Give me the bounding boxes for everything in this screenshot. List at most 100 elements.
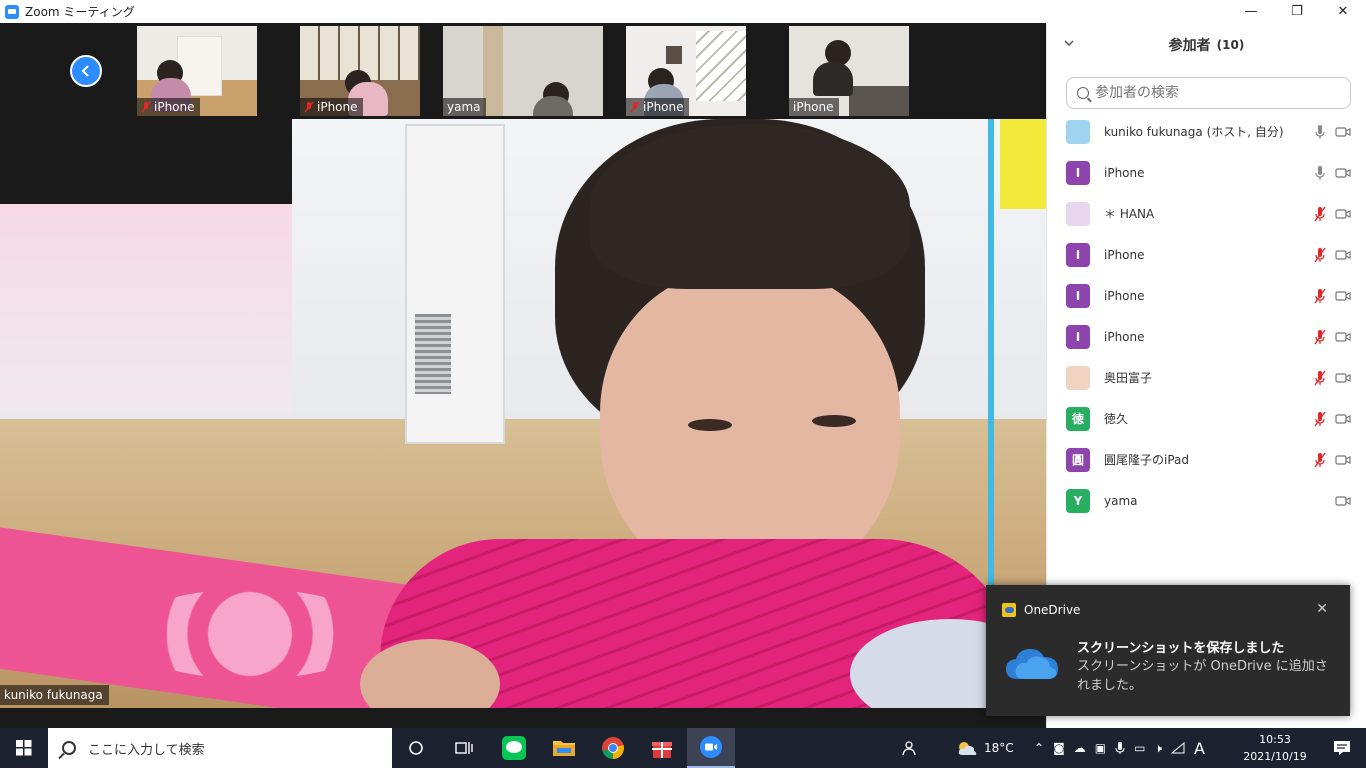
battery-icon[interactable]: ▭ — [1134, 741, 1145, 755]
mic-muted-icon — [630, 101, 640, 113]
minimize-button[interactable]: — — [1228, 0, 1274, 23]
video-area: iPhone iPhone yama iPhone iPhone kuniko … — [0, 23, 1046, 728]
participant-row[interactable]: IiPhone — [1047, 275, 1366, 316]
participant-count: (10) — [1216, 38, 1245, 52]
mic-muted-icon — [304, 101, 314, 113]
taskbar-clock[interactable]: 10:53 2021/10/19 — [1240, 731, 1310, 765]
line-app-icon — [502, 736, 526, 760]
active-speaker-video[interactable]: kuniko fukunaga — [0, 119, 1046, 708]
onedrive-tray-icon[interactable]: ☁ — [1074, 741, 1086, 755]
video-thumbnail[interactable]: iPhone — [626, 26, 746, 116]
windows-taskbar: ここに入力して検索 18°C ⌃ ◙ ☁ ▣ ▭ 🕨 A 10:53 2021/… — [0, 728, 1366, 768]
start-button[interactable] — [0, 728, 48, 768]
speaker-name-label: kuniko fukunaga — [0, 685, 109, 705]
camera-icon[interactable] — [1335, 208, 1351, 220]
mic-muted-icon[interactable] — [1313, 370, 1327, 386]
participant-row[interactable]: kuniko fukunaga (ホスト, 自分) — [1047, 111, 1366, 152]
mic-muted-icon[interactable] — [1313, 452, 1327, 468]
participant-search-input[interactable] — [1095, 85, 1335, 101]
weather-widget[interactable]: 18°C — [956, 728, 1014, 768]
participant-name: 奥田富子 — [1104, 371, 1153, 385]
mic-muted-icon[interactable] — [1313, 288, 1327, 304]
participant-row[interactable]: IiPhone — [1047, 234, 1366, 275]
weather-temperature: 18°C — [984, 741, 1014, 755]
microphone-icon[interactable] — [1115, 741, 1125, 755]
zoom-window: Zoom ミーティング — ❐ ✕ iPhone iPhone yama iPh… — [0, 0, 1366, 768]
show-hidden-icons-icon[interactable]: ⌃ — [1034, 741, 1044, 755]
onedrive-notification[interactable]: OneDrive ✕ スクリーンショットを保存しました スクリーンショットが O… — [986, 585, 1350, 716]
participant-row[interactable]: 徳徳久 — [1047, 398, 1366, 439]
video-thumbnail[interactable]: iPhone — [137, 26, 257, 116]
screenshot-tray-icon[interactable]: ▣ — [1095, 741, 1106, 755]
panel-title: 参加者 — [1168, 38, 1211, 54]
window-controls: — ❐ ✕ — [1228, 0, 1366, 23]
panel-header: 参加者 (10) — [1047, 23, 1366, 67]
taskbar-zoom-app[interactable] — [687, 728, 735, 768]
onedrive-small-icon — [1002, 603, 1016, 617]
participant-avatar: 徳 — [1066, 406, 1090, 431]
participant-row[interactable]: 奥田富子 — [1047, 357, 1366, 398]
camera-icon[interactable] — [1335, 372, 1351, 384]
taskbar-gift-app[interactable] — [638, 728, 686, 768]
participant-row[interactable]: Yyama — [1047, 480, 1366, 521]
mic-muted-icon[interactable] — [1313, 247, 1327, 263]
taskbar-line-app[interactable] — [490, 728, 538, 768]
mic-icon[interactable] — [1313, 124, 1327, 140]
notification-close-icon[interactable]: ✕ — [1316, 601, 1328, 617]
participant-search[interactable] — [1066, 77, 1351, 109]
notification-app-name: OneDrive — [1024, 603, 1081, 617]
system-tray: ⌃ ◙ ☁ ▣ ▭ 🕨 A — [1034, 728, 1205, 768]
mic-muted-icon[interactable] — [1313, 411, 1327, 427]
video-thumbnail[interactable]: yama — [443, 26, 603, 116]
mic-muted-icon[interactable] — [1313, 206, 1327, 222]
participant-name: yama — [1104, 493, 1138, 508]
onedrive-cloud-icon — [1006, 649, 1058, 679]
participant-avatar — [1066, 201, 1090, 226]
video-thumbnail[interactable]: iPhone — [789, 26, 909, 116]
task-view-button[interactable] — [440, 728, 488, 768]
camera-icon[interactable] — [1335, 167, 1351, 179]
participant-avatar — [1066, 365, 1090, 390]
wifi-icon[interactable] — [1170, 742, 1185, 754]
close-button[interactable]: ✕ — [1320, 0, 1366, 23]
speaker-icon[interactable]: 🕨 — [1154, 741, 1162, 756]
restore-button[interactable]: ❐ — [1274, 0, 1320, 23]
participant-avatar: 圓 — [1066, 447, 1090, 472]
meet-now-icon[interactable]: ◙ — [1053, 741, 1065, 755]
action-center-button[interactable] — [1318, 728, 1366, 768]
participant-row[interactable]: ＊ HANA — [1047, 193, 1366, 234]
camera-icon[interactable] — [1335, 126, 1351, 138]
participant-name: ＊ HANA — [1104, 207, 1155, 221]
mic-icon[interactable] — [1313, 165, 1327, 181]
chevron-down-icon[interactable] — [1063, 37, 1075, 49]
camera-icon[interactable] — [1335, 495, 1351, 507]
camera-icon[interactable] — [1335, 331, 1351, 343]
clock-date: 2021/10/19 — [1243, 750, 1307, 763]
search-icon — [62, 741, 76, 755]
taskbar-search-box[interactable]: ここに入力して検索 — [48, 728, 392, 768]
taskbar-explorer-app[interactable] — [540, 728, 588, 768]
thumbnail-label: iPhone — [626, 98, 689, 116]
participant-row[interactable]: 圓圓尾隆子のiPad — [1047, 439, 1366, 480]
thumbnail-label: iPhone — [137, 98, 200, 116]
cortana-button[interactable] — [392, 728, 440, 768]
thumbnail-label: yama — [443, 98, 486, 116]
chrome-icon — [602, 737, 624, 759]
camera-icon[interactable] — [1335, 290, 1351, 302]
thumbnail-strip: iPhone iPhone yama iPhone iPhone — [0, 23, 1046, 119]
camera-icon[interactable] — [1335, 249, 1351, 261]
ime-indicator[interactable]: A — [1194, 739, 1205, 758]
previous-page-button[interactable] — [70, 55, 102, 87]
chevron-left-icon — [81, 65, 89, 77]
camera-icon[interactable] — [1335, 454, 1351, 466]
notification-body: スクリーンショットが OneDrive に追加されました。 — [1077, 659, 1328, 693]
participant-avatar: I — [1066, 242, 1090, 267]
video-thumbnail[interactable]: iPhone — [300, 26, 420, 116]
camera-icon[interactable] — [1335, 413, 1351, 425]
participant-row[interactable]: IiPhone — [1047, 316, 1366, 357]
mic-muted-icon[interactable] — [1313, 329, 1327, 345]
taskbar-chrome-app[interactable] — [589, 728, 637, 768]
windows-logo-icon — [16, 740, 32, 756]
people-button[interactable] — [900, 728, 916, 768]
participant-row[interactable]: IiPhone — [1047, 152, 1366, 193]
